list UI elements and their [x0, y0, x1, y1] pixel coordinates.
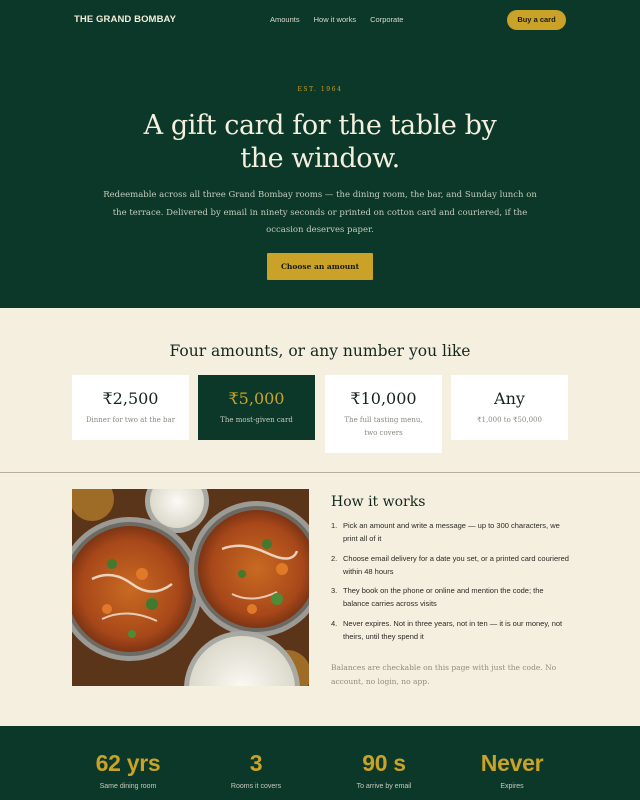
stat-value: Never [480, 750, 544, 776]
amount-value: Any [494, 389, 525, 408]
step-item: 4. Never expires. Not in three years, not… [331, 617, 571, 643]
stat-label: Rooms it covers [230, 783, 282, 790]
nav-link-corporate[interactable]: Corporate [370, 15, 403, 24]
step-text: Choose email delivery for a date you set… [343, 553, 569, 576]
amount-value: ₹10,000 [350, 389, 417, 408]
stat-label: To arrive by email [356, 783, 412, 790]
step-number: 1. [331, 521, 338, 530]
hero-section: EST. 1964 A gift card for the table by t… [0, 42, 640, 308]
stat-rooms: 3 Rooms it covers [192, 750, 320, 790]
balance-note: Balances are checkable on this page with… [331, 663, 557, 686]
amounts-title: Four amounts, or any number you like [169, 342, 471, 360]
food-photo [72, 489, 309, 686]
step-number: 2. [331, 553, 338, 563]
step-item: 1. Pick an amount and write a message — u… [331, 519, 571, 545]
amount-card-2500[interactable]: ₹2,500 Dinner for two at the bar [72, 375, 189, 440]
hero-eyebrow: EST. 1964 [297, 86, 343, 93]
top-nav: THE GRAND BOMBAY Amounts How it works Co… [0, 0, 640, 42]
nav-links: Amounts How it works Corporate [270, 15, 403, 24]
hero-subtitle: Redeemable across all three Grand Bombay… [103, 190, 537, 235]
amount-desc: The full tasting menu, two covers [344, 416, 423, 437]
step-text: Pick an amount and write a message — up … [343, 521, 560, 543]
amount-value: ₹2,500 [102, 389, 159, 408]
stat-years: 62 yrs Same dining room [64, 750, 192, 790]
amount-value: ₹5,000 [228, 389, 285, 408]
amount-desc: ₹1,000 to ₹50,000 [477, 416, 542, 424]
buy-card-button[interactable]: Buy a card [507, 10, 566, 30]
step-text: They book on the phone or online and men… [343, 586, 544, 608]
stats-section: 62 yrs Same dining room 3 Rooms it cover… [0, 726, 640, 800]
step-item: 2. Choose email delivery for a date you s… [331, 552, 571, 578]
how-it-works-section: How it works 1. Pick an amount and write … [0, 473, 640, 726]
amount-card-10000[interactable]: ₹10,000 The full tasting menu, two cover… [325, 375, 442, 453]
curry-illustration [72, 489, 309, 686]
step-text: Never expires. Not in three years, not i… [343, 618, 563, 641]
step-number: 3. [331, 586, 338, 595]
step-item: 3. They book on the phone or online and m… [331, 584, 571, 610]
logo[interactable]: THE GRAND BOMBAY [74, 14, 176, 25]
stat-label: Same dining room [99, 783, 157, 790]
stat-label: Expires [500, 783, 524, 790]
nav-link-how-it-works[interactable]: How it works [314, 15, 357, 24]
choose-amount-button[interactable]: Choose an amount [267, 253, 373, 280]
amount-desc: Dinner for two at the bar [85, 416, 176, 424]
hero-title: A gift card for the table by the window. [143, 110, 497, 174]
amount-desc: The most-given card [220, 416, 293, 424]
stat-delivery: 90 s To arrive by email [320, 750, 448, 790]
nav-link-amounts[interactable]: Amounts [270, 15, 300, 24]
stat-value: 62 yrs [95, 750, 161, 776]
stat-expiry: Never Expires [448, 750, 576, 790]
stat-value: 3 [249, 750, 263, 776]
step-number: 4. [331, 618, 338, 628]
stat-value: 90 s [362, 750, 406, 776]
steps-list: 1. Pick an amount and write a message — u… [331, 519, 571, 649]
amount-card-any[interactable]: Any ₹1,000 to ₹50,000 [451, 375, 568, 440]
amount-card-5000[interactable]: ₹5,000 The most-given card [198, 375, 315, 440]
how-it-works-title: How it works [331, 494, 426, 510]
amounts-section: Four amounts, or any number you like ₹2,… [0, 308, 640, 473]
